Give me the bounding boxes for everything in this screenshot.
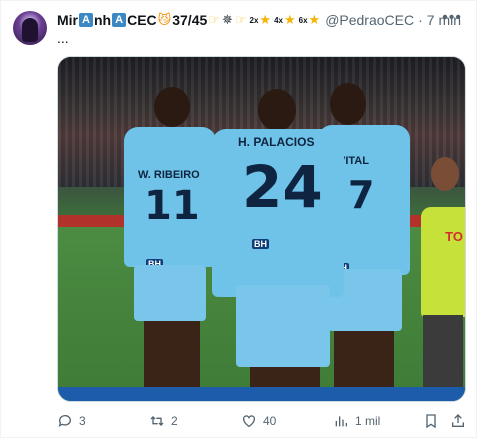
letter-a-box-icon: A xyxy=(79,13,93,27)
trophy-icon: ★ xyxy=(283,12,296,27)
share-button[interactable] xyxy=(450,413,466,429)
author-name-part-1: Mir xyxy=(57,12,78,28)
like-icon xyxy=(243,415,255,428)
action-bar: 3 2 40 1 mil xyxy=(57,411,466,431)
referee-head xyxy=(431,157,459,191)
player-head xyxy=(258,89,296,131)
reply-button[interactable]: 3 xyxy=(57,413,86,429)
player-left: W. RIBEIRO 11 BH xyxy=(116,87,216,387)
author-name-part-5: CEC xyxy=(127,12,157,28)
views-icon xyxy=(335,416,347,427)
trophy-icon: ★ xyxy=(308,12,321,27)
share-icon xyxy=(452,414,464,427)
spider-icon: ✵ xyxy=(221,12,233,27)
bookmark-button[interactable] xyxy=(423,413,439,429)
referee-shirt xyxy=(421,207,465,317)
player-shorts xyxy=(236,285,330,367)
views-count: 1 mil xyxy=(355,414,381,428)
reply-icon xyxy=(58,415,71,427)
media-bottom-bar xyxy=(58,387,465,401)
author-name-part-3: nh xyxy=(94,12,112,28)
trophy-multiplier: 4x xyxy=(274,15,283,25)
views-button[interactable]: 1 mil xyxy=(333,413,380,429)
trophy-multiplier: 2x xyxy=(249,15,259,25)
author-name[interactable]: Mir A nh A CEC 😼 37/45 ☞ ✵ ☞ 2x ★ 4x ★ 6… xyxy=(57,12,321,28)
repost-count: 2 xyxy=(171,414,178,428)
shirt-name: H. PALACIOS xyxy=(238,135,315,149)
player-legs xyxy=(144,321,200,387)
shirt-number: 24 xyxy=(242,153,323,221)
player-shorts xyxy=(134,265,206,321)
separator-dot: · xyxy=(418,12,423,28)
trophy-multiplier: 6x xyxy=(298,15,308,25)
avatar[interactable] xyxy=(13,11,47,45)
shirt-sponsor: BH xyxy=(252,239,269,249)
like-button[interactable]: 40 xyxy=(241,413,276,429)
cat-face-icon: 😼 xyxy=(157,12,172,27)
pointing-hand-icon: ☞ xyxy=(208,12,220,27)
shirt-number: 7 xyxy=(348,173,375,217)
author-handle[interactable]: @PedraoCEC xyxy=(325,12,414,28)
tweet-card[interactable]: Mir A nh A CEC 😼 37/45 ☞ ✵ ☞ 2x ★ 4x ★ 6… xyxy=(0,0,477,438)
player-head xyxy=(154,87,190,127)
bookmark-icon xyxy=(426,414,436,429)
like-count: 40 xyxy=(263,414,277,428)
trophy-icon: ★ xyxy=(259,12,272,27)
referee-shirt-text: TO xyxy=(445,229,463,244)
letter-a-box-icon: A xyxy=(112,13,127,27)
pointing-hand-icon: ☞ xyxy=(234,12,247,27)
shirt-number: 11 xyxy=(144,183,200,229)
player-center: H. PALACIOS 24 BH xyxy=(208,89,348,401)
tweet-header: Mir A nh A CEC 😼 37/45 ☞ ✵ ☞ 2x ★ 4x ★ 6… xyxy=(57,10,464,30)
repost-icon xyxy=(150,416,164,426)
tweet-text: ... xyxy=(57,30,69,46)
more-icon[interactable]: ••• xyxy=(442,9,462,27)
author-badge-text: 37/45 xyxy=(172,12,208,28)
reply-count: 3 xyxy=(79,414,86,428)
shirt-name: W. RIBEIRO xyxy=(138,169,200,181)
tweet-media-image[interactable]: TO W. RIBEIRO 11 BH VITAL 7 BH H. PALACI… xyxy=(57,56,466,402)
referee-legs xyxy=(423,315,463,389)
avatar-figure xyxy=(22,18,38,42)
repost-button[interactable]: 2 xyxy=(149,413,178,429)
